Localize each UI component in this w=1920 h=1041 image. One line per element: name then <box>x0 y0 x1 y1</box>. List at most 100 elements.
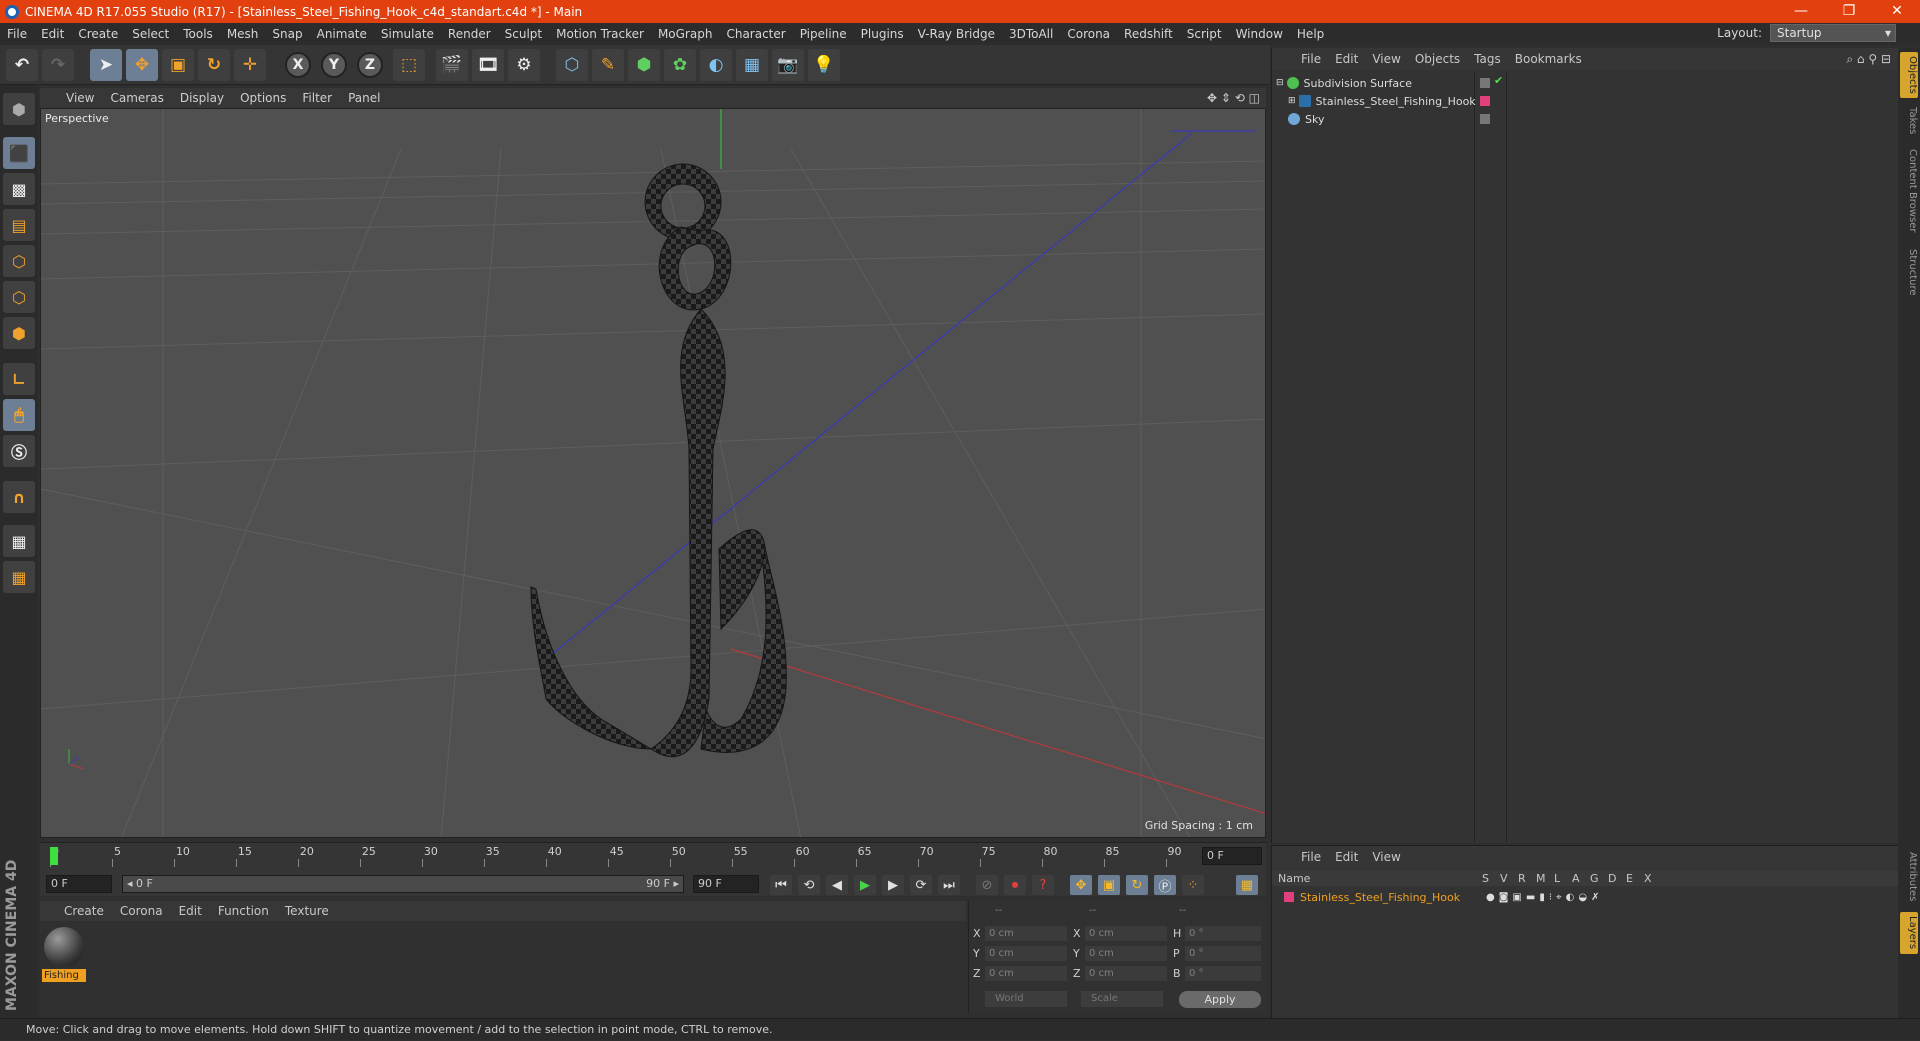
objects-menu-tags[interactable]: Tags <box>1467 52 1508 66</box>
points-mode-icon[interactable]: ⬡ <box>3 245 35 277</box>
texture-mode-icon[interactable]: ▩ <box>3 173 35 205</box>
render-view-icon[interactable]: 🎬 <box>436 49 468 81</box>
object-row-sky[interactable]: Sky <box>1288 110 1324 128</box>
viewport-menu-panel[interactable]: Panel <box>340 91 388 105</box>
rotation-p-field[interactable]: 0 ° <box>1185 945 1261 961</box>
layers-menu-edit[interactable]: Edit <box>1328 850 1365 864</box>
menu-select[interactable]: Select <box>125 27 176 41</box>
pen-spline-icon[interactable]: ✎ <box>592 49 624 81</box>
subdivision-surface-icon[interactable]: ⬢ <box>628 49 660 81</box>
tab-content-browser[interactable]: Content Browser <box>1900 146 1918 236</box>
menu-create[interactable]: Create <box>71 27 125 41</box>
perspective-viewport[interactable]: Perspective Grid Spacing : 1 cm <box>40 108 1266 838</box>
menu-redshift[interactable]: Redshift <box>1117 27 1180 41</box>
menu-script[interactable]: Script <box>1180 27 1229 41</box>
layer-col-manager[interactable]: M <box>1536 872 1554 885</box>
viewport-menu-filter[interactable]: Filter <box>294 91 340 105</box>
next-key-icon[interactable]: ⟳ <box>910 875 932 895</box>
menu-motion-tracker[interactable]: Motion Tracker <box>549 27 651 41</box>
menu-pipeline[interactable]: Pipeline <box>793 27 854 41</box>
layer-col-solo[interactable]: S <box>1482 872 1500 885</box>
current-frame-field[interactable]: 0 F <box>1202 847 1262 865</box>
material-swatch[interactable]: Fishing <box>42 925 86 985</box>
objects-menu-bookmarks[interactable]: Bookmarks <box>1508 52 1589 66</box>
planar-workplane-icon[interactable]: ▦ <box>3 561 35 593</box>
layer-col-xref[interactable]: X <box>1644 872 1662 885</box>
axis-mode-icon[interactable]: ∟ <box>3 363 35 395</box>
rotation-b-field[interactable]: 0 ° <box>1185 965 1261 981</box>
rotation-h-field[interactable]: 0 ° <box>1185 925 1261 941</box>
redo-icon[interactable]: ↷ <box>42 49 74 81</box>
objects-menu-objects[interactable]: Objects <box>1408 52 1467 66</box>
key-pla-icon[interactable]: ⁘ <box>1182 875 1204 895</box>
go-to-start-icon[interactable]: ⏮ <box>770 875 792 895</box>
start-frame-field[interactable]: 0 F <box>46 875 112 893</box>
apply-button[interactable]: Apply <box>1179 991 1261 1008</box>
object-row-subdivision-surface[interactable]: ⊟ Subdivision Surface <box>1276 74 1412 92</box>
autokeying-icon[interactable]: ? <box>1032 875 1054 895</box>
cloner-icon[interactable]: ✿ <box>664 49 696 81</box>
undo-icon[interactable]: ↶ <box>6 49 38 81</box>
layers-menu-view[interactable]: View <box>1365 850 1407 864</box>
camera-icon[interactable]: 📷 <box>772 49 804 81</box>
material-menu-texture[interactable]: Texture <box>277 904 337 918</box>
make-editable-icon[interactable]: ⬢ <box>3 93 35 125</box>
render-picture-viewer-icon[interactable]: 🎞 <box>472 49 504 81</box>
menu-simulate[interactable]: Simulate <box>374 27 441 41</box>
light-icon[interactable]: 💡 <box>808 49 840 81</box>
select-cursor-icon[interactable]: ➤ <box>90 49 122 81</box>
floor-scene-icon[interactable]: ▦ <box>736 49 768 81</box>
object-manager-search-home-icons[interactable]: ⌕ ⌂ ⚲ ⊟ <box>1846 52 1891 67</box>
position-x-field[interactable]: 0 cm <box>985 925 1067 941</box>
tab-takes[interactable]: Takes <box>1900 104 1918 138</box>
workplane-lock-icon[interactable]: ▦ <box>3 525 35 557</box>
magnet-icon[interactable]: ∩ <box>3 481 35 513</box>
menu-animate[interactable]: Animate <box>310 27 374 41</box>
material-menu-corona[interactable]: Corona <box>112 904 171 918</box>
layer-col-animation[interactable]: A <box>1572 872 1590 885</box>
menu-3dtoall[interactable]: 3DToAll <box>1002 27 1060 41</box>
key-rotation-icon[interactable]: ↻ <box>1126 875 1148 895</box>
size-mode-dropdown[interactable]: Scale <box>1081 991 1163 1007</box>
menu-edit[interactable]: Edit <box>34 27 71 41</box>
position-z-field[interactable]: 0 cm <box>985 965 1067 981</box>
menu-corona[interactable]: Corona <box>1060 27 1117 41</box>
layer-col-generators[interactable]: G <box>1590 872 1608 885</box>
menu-vray-bridge[interactable]: V-Ray Bridge <box>911 27 1002 41</box>
menu-snap[interactable]: Snap <box>265 27 309 41</box>
render-settings-icon[interactable]: ⚙ <box>508 49 540 81</box>
object-row-fishing-hook[interactable]: ⊞ Stainless_Steel_Fishing_Hook <box>1288 92 1476 110</box>
close-button[interactable]: ✕ <box>1874 0 1920 23</box>
layer-tag-icon[interactable] <box>1480 114 1490 124</box>
objects-menu-edit[interactable]: Edit <box>1328 52 1365 66</box>
coordinate-system-icon[interactable]: ⬚ <box>393 49 425 81</box>
z-axis-lock-button[interactable]: Z <box>357 52 383 78</box>
layer-col-render[interactable]: R <box>1518 872 1536 885</box>
rotate-tool-icon[interactable]: ↻ <box>198 49 230 81</box>
viewport-menu-cameras[interactable]: Cameras <box>102 91 171 105</box>
size-z-field[interactable]: 0 cm <box>1085 965 1167 981</box>
position-y-field[interactable]: 0 cm <box>985 945 1067 961</box>
key-parameter-icon[interactable]: Ⓟ <box>1154 875 1176 895</box>
tab-layers[interactable]: Layers <box>1900 912 1918 954</box>
enabled-check-icon[interactable]: ✔ <box>1494 74 1503 87</box>
layer-tag-icon[interactable] <box>1480 78 1490 88</box>
menu-tools[interactable]: Tools <box>176 27 220 41</box>
menu-render[interactable]: Render <box>441 27 498 41</box>
menu-help[interactable]: Help <box>1290 27 1331 41</box>
size-x-field[interactable]: 0 cm <box>1085 925 1167 941</box>
model-mode-icon[interactable]: ⬛ <box>3 137 35 169</box>
edges-mode-icon[interactable]: ⬡ <box>3 281 35 313</box>
menu-mesh[interactable]: Mesh <box>220 27 266 41</box>
layer-toggle-icons[interactable]: ●◙▣▬▮⁝⌖◐◒✗ <box>1486 892 1603 903</box>
coordinate-space-dropdown[interactable]: World <box>985 991 1067 1007</box>
deformer-icon[interactable]: ◐ <box>700 49 732 81</box>
key-position-icon[interactable]: ✥ <box>1070 875 1092 895</box>
layer-row[interactable]: Stainless_Steel_Fishing_Hook ●◙▣▬▮⁝⌖◐◒✗ <box>1284 888 1603 906</box>
size-y-field[interactable]: 0 cm <box>1085 945 1167 961</box>
go-to-end-icon[interactable]: ⏭ <box>938 875 960 895</box>
menu-mograph[interactable]: MoGraph <box>651 27 720 41</box>
play-icon[interactable]: ▶ <box>854 875 876 895</box>
key-scale-icon[interactable]: ▣ <box>1098 875 1120 895</box>
material-menu-edit[interactable]: Edit <box>171 904 210 918</box>
